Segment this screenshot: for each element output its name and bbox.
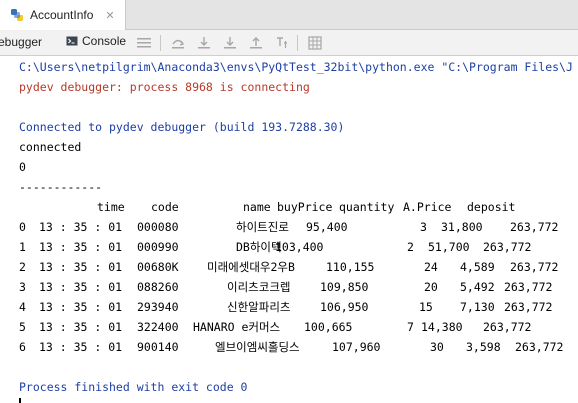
row-aprice: 51,700 [428, 240, 470, 254]
row-index: 0 [19, 220, 26, 234]
row-buyprice: 107,960 [332, 340, 381, 354]
row-quantity: 24 [424, 260, 438, 274]
row-quantity: 15 [419, 300, 433, 314]
row-code: 088260 [137, 280, 179, 294]
header-deposit: deposit [467, 200, 516, 214]
debugger-connected-line: Connected to pydev debugger (build 193.7… [19, 120, 345, 134]
step-over-icon[interactable] [168, 33, 188, 53]
tab-console[interactable]: Console [66, 34, 126, 48]
row-code: 000990 [137, 240, 179, 254]
step-into-icon[interactable] [194, 33, 214, 53]
row-quantity: 3 [420, 220, 427, 234]
header-buyprice: buyPrice [277, 200, 333, 214]
close-icon[interactable]: ✕ [105, 9, 114, 22]
row-index: 1 [19, 240, 26, 254]
run-to-cursor-icon[interactable] [272, 33, 292, 53]
row-index: 2 [19, 260, 26, 274]
row-code: 293940 [137, 300, 179, 314]
row-aprice: 3,598 [466, 340, 501, 354]
row-index: 4 [19, 300, 26, 314]
row-name: 엘브이엠씨홀딩스 [215, 340, 300, 354]
menu-lines-icon[interactable] [134, 33, 154, 53]
row-deposit: 263,772 [504, 300, 553, 314]
row-name: 신한알파리츠 [227, 300, 291, 314]
debugger-connecting-line: pydev debugger: process 8968 is connecti… [19, 80, 310, 94]
row-deposit: 263,772 [483, 240, 532, 254]
row-time: 13 : 35 : 01 [39, 280, 123, 294]
step-out-icon[interactable] [246, 33, 266, 53]
row-time: 13 : 35 : 01 [39, 340, 123, 354]
row-name: 하이트진로 [236, 220, 289, 234]
row-quantity: 20 [424, 280, 438, 294]
row-deposit: 263,772 [510, 220, 559, 234]
row-index: 6 [19, 340, 26, 354]
row-aprice: 14,380 [421, 320, 463, 334]
header-name: name [243, 200, 271, 214]
editor-tab-bar: AccountInfo ✕ [0, 0, 578, 30]
evaluate-table-icon[interactable] [305, 33, 325, 53]
row-code: 900140 [137, 340, 179, 354]
process-finished-line: Process finished with exit code 0 [19, 380, 248, 394]
header-quantity: quantity [339, 200, 395, 214]
row-deposit: 263,772 [515, 340, 564, 354]
header-code: code [151, 200, 179, 214]
debug-toolbar: ebugger Console [0, 30, 578, 56]
text-cursor [19, 398, 21, 403]
connected-text: connected [19, 140, 82, 154]
row-buyprice: 110,155 [326, 260, 375, 274]
tab-console-label: Console [82, 34, 127, 48]
row-time: 13 : 35 : 01 [39, 260, 123, 274]
row-buyprice: 106,950 [320, 300, 369, 314]
row-name: HANARO e커머스 [193, 320, 281, 334]
row-time: 13 : 35 : 01 [39, 300, 123, 314]
tab-title: AccountInfo [30, 8, 94, 22]
row-time: 13 : 35 : 01 [39, 220, 123, 234]
row-time: 13 : 35 : 01 [39, 240, 123, 254]
toolbar-divider [160, 35, 161, 51]
row-quantity: 2 [407, 240, 414, 254]
console-output[interactable]: C:\Users\netpilgrim\Anaconda3\envs\PyQtT… [0, 56, 578, 403]
row-code: 00680K [137, 260, 179, 274]
row-buyprice: 103,400 [275, 240, 324, 254]
row-quantity: 30 [430, 340, 444, 354]
row-quantity: 7 [407, 320, 414, 334]
python-icon [11, 9, 23, 21]
row-aprice: 7,130 [460, 300, 495, 314]
tab-accountinfo[interactable]: AccountInfo ✕ [0, 0, 126, 30]
row-index: 3 [19, 280, 26, 294]
dash-separator: ------------ [19, 180, 103, 194]
header-aprice: A.Price [403, 200, 452, 214]
row-aprice: 31,800 [441, 220, 483, 234]
row-index: 5 [19, 320, 26, 334]
row-code: 000080 [137, 220, 179, 234]
row-deposit: 263,772 [504, 280, 553, 294]
row-deposit: 263,772 [510, 260, 559, 274]
command-line: C:\Users\netpilgrim\Anaconda3\envs\PyQtT… [19, 60, 573, 74]
row-name: 미래에셋대우2우B [207, 260, 295, 274]
row-deposit: 263,772 [483, 320, 532, 334]
row-name: 이리츠코크렙 [227, 280, 291, 294]
row-time: 13 : 35 : 01 [39, 320, 123, 334]
row-buyprice: 109,850 [320, 280, 369, 294]
console-icon [66, 36, 78, 46]
output-zero: 0 [19, 160, 26, 174]
toolbar-divider [297, 35, 298, 51]
step-into-my-code-icon[interactable] [220, 33, 240, 53]
row-aprice: 5,492 [460, 280, 495, 294]
row-buyprice: 95,400 [306, 220, 348, 234]
row-aprice: 4,589 [460, 260, 495, 274]
row-buyprice: 100,665 [304, 320, 353, 334]
row-code: 322400 [137, 320, 179, 334]
header-time: time [97, 200, 125, 214]
tab-debugger[interactable]: ebugger [0, 35, 42, 49]
